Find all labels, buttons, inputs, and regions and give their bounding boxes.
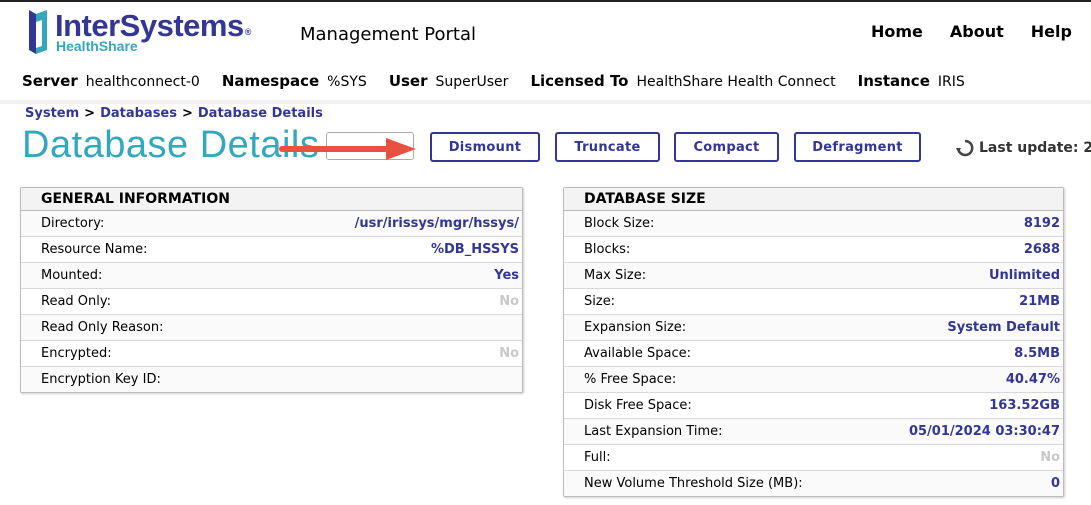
- row-label: Blocks:: [584, 242, 631, 257]
- table-row: Encryption Key ID:: [21, 367, 522, 392]
- table-row: Read Only Reason:: [21, 315, 522, 341]
- last-update: Last update: 20: [955, 138, 1091, 158]
- row-label: New Volume Threshold Size (MB):: [584, 476, 803, 491]
- server-value: healthconnect-0: [85, 74, 200, 90]
- nav-home[interactable]: Home: [871, 22, 923, 41]
- row-label: Block Size:: [584, 216, 655, 231]
- table-row: Blocks: 2688: [564, 237, 1063, 263]
- row-label: % Free Space:: [584, 372, 677, 387]
- table-row: Mounted: Yes: [21, 263, 522, 289]
- table-row: Directory: /usr/irissys/mgr/hssys/: [21, 211, 522, 237]
- table-row: Size: 21MB: [564, 289, 1063, 315]
- top-nav: Home About Help Co: [871, 22, 1091, 41]
- portal-title: Management Portal: [300, 24, 477, 45]
- defragment-button[interactable]: Defragment: [794, 132, 921, 162]
- row-value: System Default: [947, 320, 1060, 335]
- table-row: Last Expansion Time: 05/01/2024 03:30:47: [564, 419, 1063, 445]
- info-bar: Server healthconnect-0 Namespace %SYS Us…: [22, 72, 987, 90]
- row-label: Read Only:: [41, 294, 112, 309]
- user-label: User: [388, 72, 428, 90]
- row-value: 2688: [1023, 242, 1060, 257]
- licensed-value: HealthShare Health Connect: [636, 74, 836, 90]
- server-label: Server: [22, 72, 78, 90]
- table-row: Disk Free Space: 163.52GB: [564, 393, 1063, 419]
- breadcrumb-database-details[interactable]: Database Details: [198, 106, 323, 121]
- instance-label: Instance: [857, 72, 930, 90]
- namespace-label: Namespace: [221, 72, 320, 90]
- page-title: Database Details: [22, 124, 320, 166]
- breadcrumb-databases[interactable]: Databases: [100, 106, 177, 121]
- table-row: Available Space: 8.5MB: [564, 341, 1063, 367]
- table-row: Max Size: Unlimited: [564, 263, 1063, 289]
- row-value: 8192: [1023, 216, 1060, 231]
- row-value: 8.5MB: [1014, 346, 1060, 361]
- row-label: Available Space:: [584, 346, 691, 361]
- row-label: Last Expansion Time:: [584, 424, 723, 439]
- table-row: Expansion Size: System Default: [564, 315, 1063, 341]
- instance-value: IRIS: [937, 74, 965, 90]
- table-row: Resource Name: %DB_HSSYS: [21, 237, 522, 263]
- nav-help[interactable]: Help: [1031, 22, 1072, 41]
- row-value: %DB_HSSYS: [430, 242, 519, 257]
- row-label: Read Only Reason:: [41, 320, 164, 335]
- database-size-panel: DATABASE SIZE Block Size: 8192 Blocks: 2688…: [563, 187, 1064, 497]
- row-label: Mounted:: [41, 268, 103, 283]
- row-label: Size:: [584, 294, 616, 309]
- table-row: Full: No: [564, 445, 1063, 471]
- dismount-button[interactable]: Dismount: [430, 132, 540, 162]
- row-value: 05/01/2024 03:30:47: [908, 424, 1060, 439]
- breadcrumb: System > Databases > Database Details: [25, 106, 323, 121]
- panel-title: DATABASE SIZE: [564, 188, 1063, 211]
- row-value: Unlimited: [988, 268, 1060, 283]
- row-label: Full:: [584, 450, 611, 465]
- nav-about[interactable]: About: [950, 22, 1004, 41]
- table-row: Read Only: No: [21, 289, 522, 315]
- row-value: /usr/irissys/mgr/hssys/: [354, 216, 519, 231]
- row-label: Expansion Size:: [584, 320, 687, 335]
- last-update-text: Last update: 20: [979, 140, 1091, 156]
- row-label: Directory:: [41, 216, 105, 231]
- table-row: Block Size: 8192: [564, 211, 1063, 237]
- table-row: Encrypted: No: [21, 341, 522, 367]
- row-label: Resource Name:: [41, 242, 148, 257]
- namespace-value[interactable]: %SYS: [327, 74, 367, 90]
- table-row: % Free Space: 40.47%: [564, 367, 1063, 393]
- row-value: No: [499, 294, 519, 309]
- licensed-label: Licensed To: [530, 72, 629, 90]
- top-border: [0, 0, 1091, 2]
- row-value: No: [1040, 450, 1060, 465]
- row-label: Disk Free Space:: [584, 398, 692, 413]
- header-divider: [0, 100, 1091, 104]
- red-arrow-annotation: [279, 138, 416, 160]
- compact-button[interactable]: Compact: [674, 132, 779, 162]
- user-value: SuperUser: [435, 74, 509, 90]
- truncate-button[interactable]: Truncate: [555, 132, 660, 162]
- row-value: Yes: [494, 268, 519, 283]
- row-label: Encryption Key ID:: [41, 372, 161, 387]
- row-value: 163.52GB: [989, 398, 1060, 413]
- panel-title: GENERAL INFORMATION: [21, 188, 522, 211]
- row-value: 0: [1050, 476, 1060, 491]
- logo-subtext: HealthShare: [56, 38, 138, 54]
- row-value: No: [499, 346, 519, 361]
- refresh-icon[interactable]: [955, 138, 975, 158]
- table-row: New Volume Threshold Size (MB): 0: [564, 471, 1063, 496]
- breadcrumb-system[interactable]: System: [25, 106, 79, 121]
- logo-mark-icon: [29, 10, 47, 54]
- intersystems-logo[interactable]: InterSystems® HealthShare: [27, 8, 257, 58]
- row-label: Max Size:: [584, 268, 647, 283]
- general-information-panel: GENERAL INFORMATION Directory: /usr/iriss…: [20, 187, 523, 393]
- row-label: Encrypted:: [41, 346, 112, 361]
- row-value: 21MB: [1019, 294, 1060, 309]
- row-value: 40.47%: [1005, 372, 1060, 387]
